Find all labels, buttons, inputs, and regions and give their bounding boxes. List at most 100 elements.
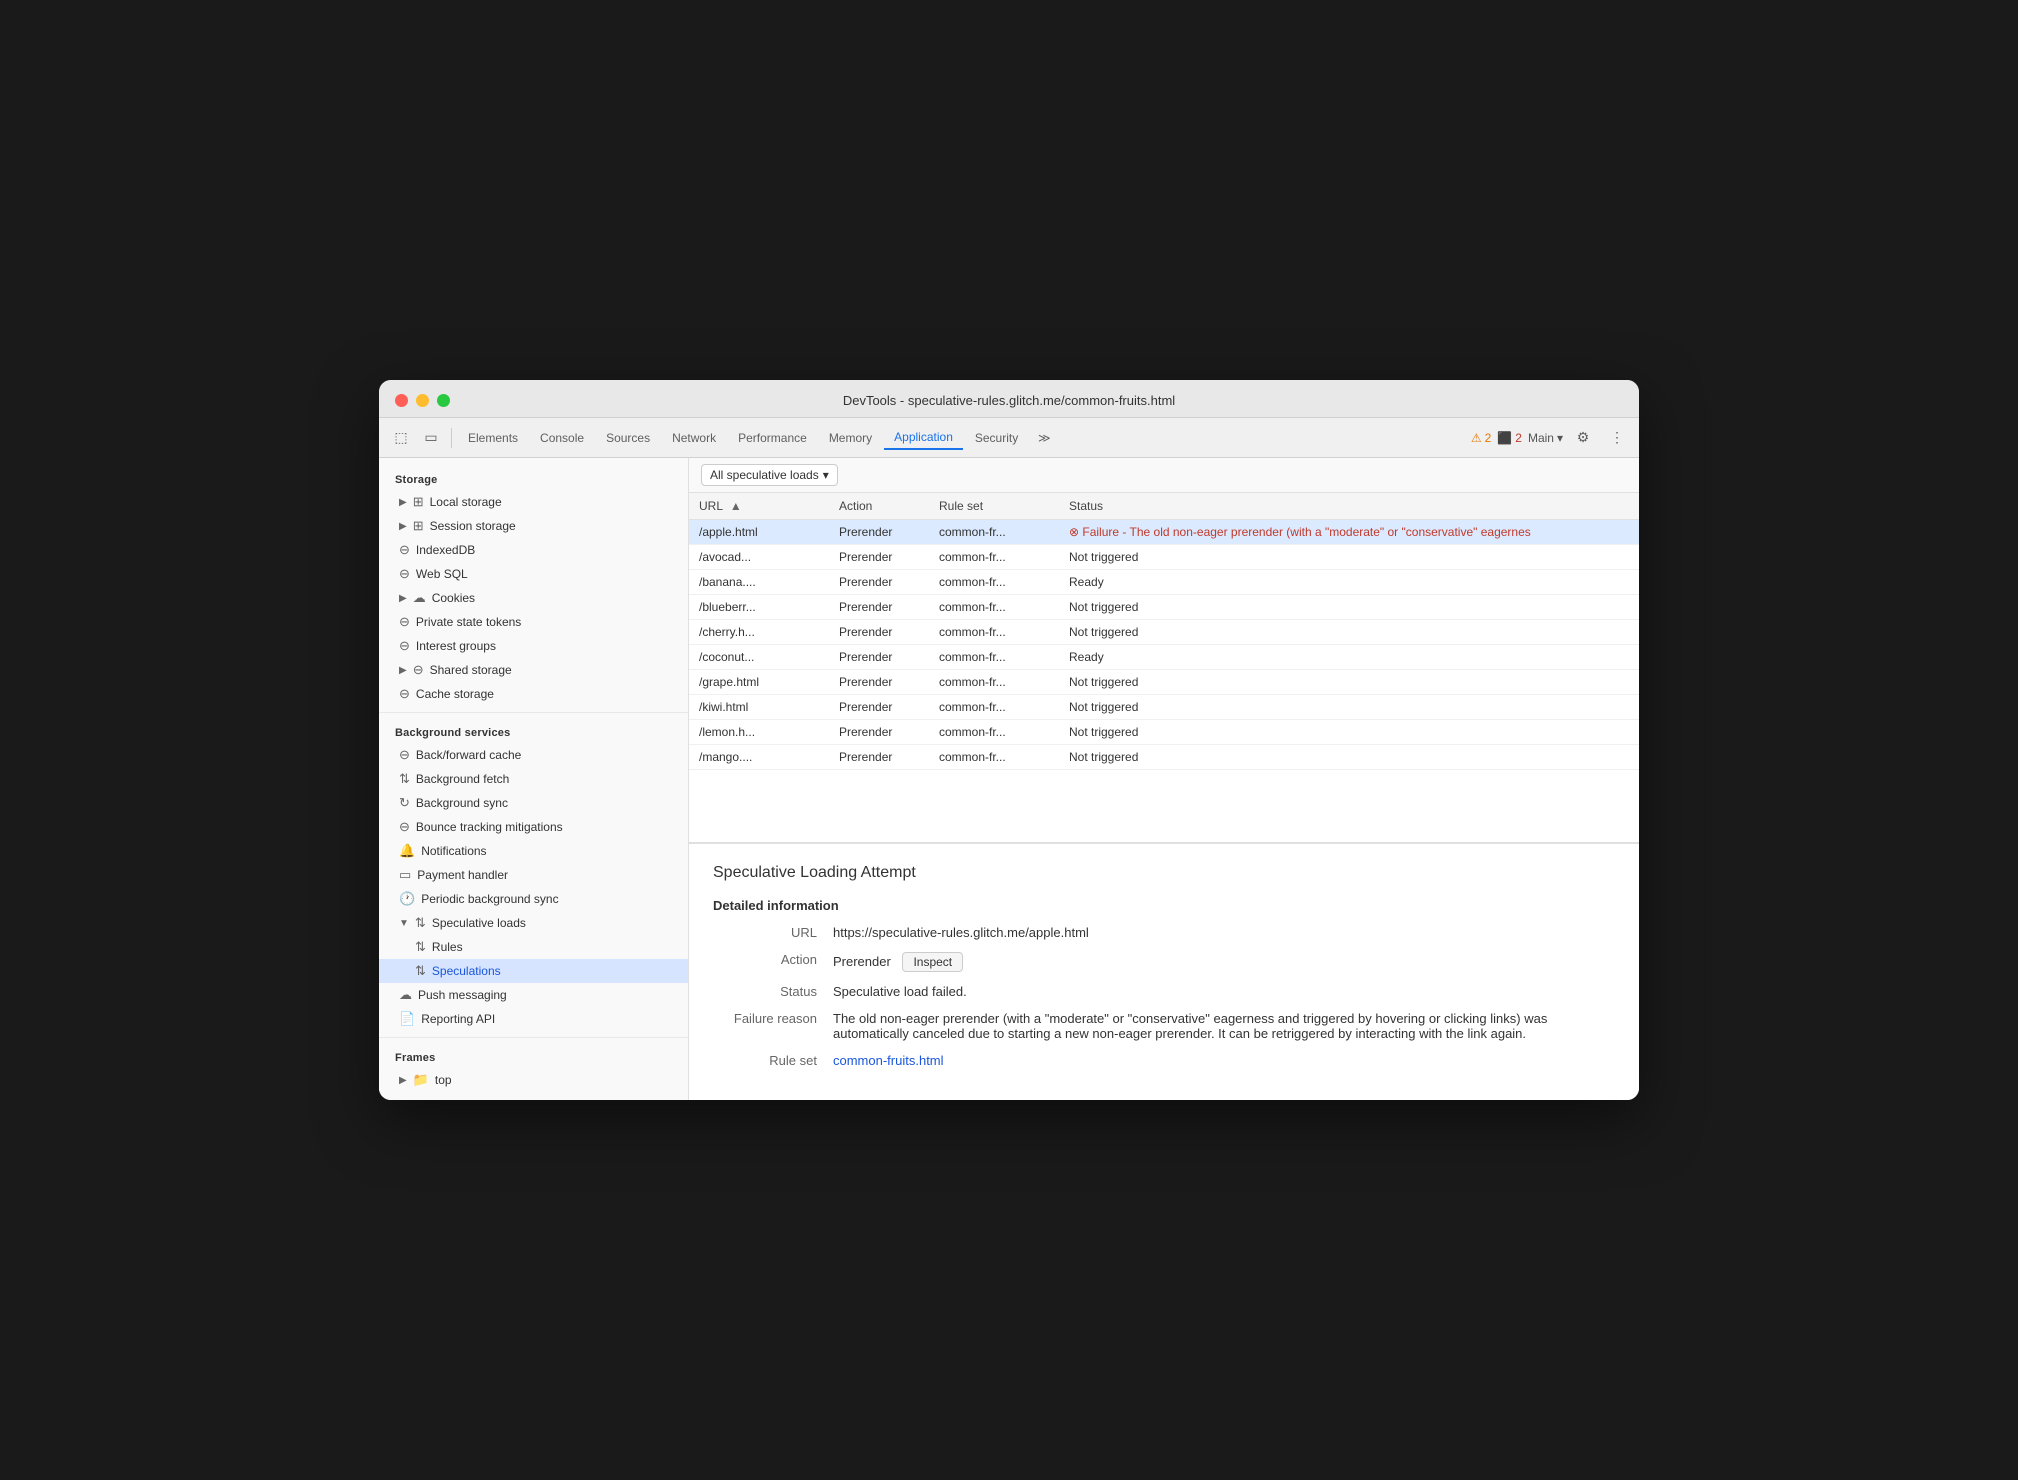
detail-section-title: Detailed information: [713, 898, 1615, 913]
tab-application[interactable]: Application: [884, 426, 963, 450]
more-tabs-icon[interactable]: ≫: [1030, 424, 1058, 452]
table-row[interactable]: /banana....Prerendercommon-fr...Ready: [689, 570, 1639, 595]
cell-action: Prerender: [829, 720, 929, 745]
more-options-icon[interactable]: ⋮: [1603, 424, 1631, 452]
col-header-action[interactable]: Action: [829, 493, 929, 520]
sidebar-item-bounce-tracking[interactable]: ⊖ Bounce tracking mitigations: [379, 815, 688, 839]
table-row[interactable]: /coconut...Prerendercommon-fr...Ready: [689, 645, 1639, 670]
sidebar-item-session-storage[interactable]: ▶ ⊞ Session storage: [379, 514, 688, 538]
content-toolbar: All speculative loads ▾: [689, 458, 1639, 493]
divider: [451, 428, 452, 448]
sidebar-item-reporting-api[interactable]: 📄 Reporting API: [379, 1007, 688, 1031]
table-row[interactable]: /grape.htmlPrerendercommon-fr...Not trig…: [689, 670, 1639, 695]
minimize-button[interactable]: [416, 394, 429, 407]
detail-label-failure: Failure reason: [713, 1011, 833, 1041]
inspect-button[interactable]: Inspect: [902, 952, 963, 972]
cell-action: Prerender: [829, 645, 929, 670]
tab-security[interactable]: Security: [965, 427, 1028, 449]
cursor-icon[interactable]: ⬚: [387, 424, 415, 452]
sidebar-item-cache-storage[interactable]: ⊖ Cache storage: [379, 682, 688, 706]
expand-arrow-down-icon: ▼: [399, 918, 409, 929]
main-layout: Storage ▶ ⊞ Local storage ▶ ⊞ Session st…: [379, 458, 1639, 1100]
clock-icon: 🕐: [399, 891, 415, 907]
close-button[interactable]: [395, 394, 408, 407]
detail-row-url: URL https://speculative-rules.glitch.me/…: [713, 925, 1615, 940]
warning-badge[interactable]: ⚠ 2: [1471, 431, 1491, 445]
detail-row-ruleset: Rule set common-fruits.html: [713, 1053, 1615, 1068]
traffic-lights: [395, 394, 450, 407]
sidebar-item-shared-storage[interactable]: ▶ ⊖ Shared storage: [379, 658, 688, 682]
sidebar-item-speculations[interactable]: ⇅ Speculations: [379, 959, 688, 983]
tab-console[interactable]: Console: [530, 427, 594, 449]
tab-sources[interactable]: Sources: [596, 427, 660, 449]
sidebar-item-interest-groups[interactable]: ⊖ Interest groups: [379, 634, 688, 658]
cell-status: Ready: [1059, 645, 1639, 670]
detail-label-url: URL: [713, 925, 833, 940]
detail-value-action: Prerender Inspect: [833, 952, 1615, 972]
expand-arrow-icon: ▶: [399, 665, 407, 676]
detail-row-status: Status Speculative load failed.: [713, 984, 1615, 999]
table-row[interactable]: /blueberr...Prerendercommon-fr...Not tri…: [689, 595, 1639, 620]
settings-icon[interactable]: ⚙: [1569, 424, 1597, 452]
sidebar-item-bg-sync[interactable]: ↻ Background sync: [379, 791, 688, 815]
sidebar-item-bg-fetch[interactable]: ⇅ Background fetch: [379, 767, 688, 791]
window-title: DevTools - speculative-rules.glitch.me/c…: [843, 393, 1175, 408]
cylinder-icon: ⊖: [399, 566, 410, 582]
arrow-up-down-icon: ⇅: [399, 771, 410, 787]
tab-network[interactable]: Network: [662, 427, 726, 449]
table-row[interactable]: /avocad...Prerendercommon-fr...Not trigg…: [689, 545, 1639, 570]
sidebar-item-indexeddb[interactable]: ⊖ IndexedDB: [379, 538, 688, 562]
table-row[interactable]: /mango....Prerendercommon-fr...Not trigg…: [689, 745, 1639, 770]
cell-ruleset: common-fr...: [929, 545, 1059, 570]
cell-status: Not triggered: [1059, 595, 1639, 620]
table-row[interactable]: /cherry.h...Prerendercommon-fr...Not tri…: [689, 620, 1639, 645]
sidebar-item-cookies[interactable]: ▶ ☁ Cookies: [379, 586, 688, 610]
tab-performance[interactable]: Performance: [728, 427, 817, 449]
sync-icon: ↻: [399, 795, 410, 811]
sidebar-item-periodic-bg-sync[interactable]: 🕐 Periodic background sync: [379, 887, 688, 911]
sidebar-item-top-frame[interactable]: ▶ 📁 top: [379, 1068, 688, 1092]
context-selector[interactable]: Main ▾: [1528, 431, 1563, 445]
grid-icon: ⊞: [413, 494, 424, 510]
cell-url: /lemon.h...: [689, 720, 829, 745]
sidebar-item-notifications[interactable]: 🔔 Notifications: [379, 839, 688, 863]
sidebar-item-payment-handler[interactable]: ▭ Payment handler: [379, 863, 688, 887]
titlebar: DevTools - speculative-rules.glitch.me/c…: [379, 380, 1639, 418]
cookie-icon: ☁: [413, 590, 426, 606]
cell-status: Not triggered: [1059, 720, 1639, 745]
sidebar-item-push-messaging[interactable]: ☁ Push messaging: [379, 983, 688, 1007]
table-row[interactable]: /lemon.h...Prerendercommon-fr...Not trig…: [689, 720, 1639, 745]
sidebar-item-speculative-loads[interactable]: ▼ ⇅ Speculative loads: [379, 911, 688, 935]
cell-url: /coconut...: [689, 645, 829, 670]
col-header-url[interactable]: URL ▲: [689, 493, 829, 520]
col-header-status[interactable]: Status: [1059, 493, 1639, 520]
cell-status: Not triggered: [1059, 545, 1639, 570]
table-row[interactable]: /apple.htmlPrerendercommon-fr...⊗ Failur…: [689, 520, 1639, 545]
cell-status: Not triggered: [1059, 695, 1639, 720]
sidebar-item-rules[interactable]: ⇅ Rules: [379, 935, 688, 959]
error-badge[interactable]: ⬛ 2: [1497, 431, 1522, 445]
cylinder-icon: ⊖: [399, 686, 410, 702]
col-header-ruleset[interactable]: Rule set: [929, 493, 1059, 520]
detail-value-status: Speculative load failed.: [833, 984, 1615, 999]
table-row[interactable]: /kiwi.htmlPrerendercommon-fr...Not trigg…: [689, 695, 1639, 720]
tab-memory[interactable]: Memory: [819, 427, 882, 449]
speculations-table: URL ▲ Action Rule set Status /apple.html…: [689, 493, 1639, 770]
sidebar-item-bfcache[interactable]: ⊖ Back/forward cache: [379, 743, 688, 767]
filter-dropdown[interactable]: All speculative loads ▾: [701, 464, 838, 486]
sidebar-item-websql[interactable]: ⊖ Web SQL: [379, 562, 688, 586]
sidebar-item-local-storage[interactable]: ▶ ⊞ Local storage: [379, 490, 688, 514]
tab-elements[interactable]: Elements: [458, 427, 528, 449]
expand-arrow-icon: ▶: [399, 593, 407, 604]
ruleset-link[interactable]: common-fruits.html: [833, 1053, 944, 1068]
cell-status: Not triggered: [1059, 745, 1639, 770]
detail-title: Speculative Loading Attempt: [713, 864, 1615, 882]
cell-ruleset: common-fr...: [929, 745, 1059, 770]
sidebar-item-private-state-tokens[interactable]: ⊖ Private state tokens: [379, 610, 688, 634]
fullscreen-button[interactable]: [437, 394, 450, 407]
detail-label-action: Action: [713, 952, 833, 972]
cell-url: /blueberr...: [689, 595, 829, 620]
cylinder-icon: ⊖: [399, 638, 410, 654]
device-icon[interactable]: ▭: [417, 424, 445, 452]
cell-ruleset: common-fr...: [929, 720, 1059, 745]
